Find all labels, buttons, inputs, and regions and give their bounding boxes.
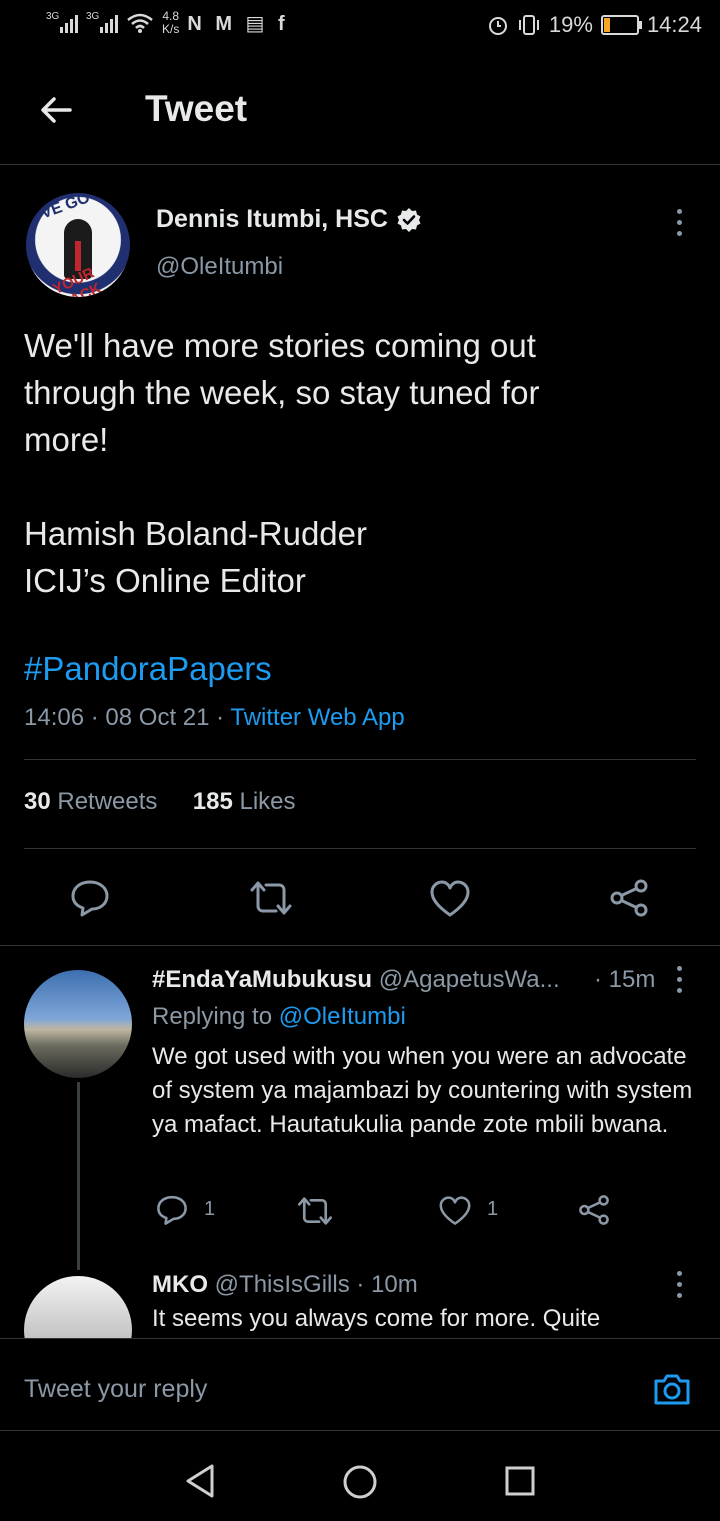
system-nav-bar (0, 1430, 720, 1521)
alarm-icon (488, 17, 507, 35)
tweet-more-options-icon[interactable] (676, 209, 684, 239)
author-name-row[interactable]: Dennis Itumbi, HSC (156, 205, 422, 234)
tweet-time: 14:06 (24, 704, 85, 731)
reply-avatar[interactable] (24, 970, 132, 1078)
divider (24, 759, 696, 760)
tweet-text-line: ICIJ’s Online Editor (24, 562, 306, 599)
tweet-text: We'll have more stories coming out throu… (24, 322, 684, 604)
tweet-actions (0, 870, 720, 926)
reply-icon[interactable] (156, 1194, 188, 1226)
signal-1-label: 3G (46, 11, 60, 22)
top-header: Tweet (0, 56, 720, 165)
retweet-icon[interactable] (248, 880, 294, 916)
replying-to-prefix: Replying to (152, 1003, 273, 1030)
likes-count: 185 (192, 788, 233, 815)
status-bar: 3G 3G 4.8 K/s N M ▤ f 19% 14:24 (0, 0, 720, 56)
battery-icon (600, 15, 642, 35)
reply-count: 1 (204, 1198, 216, 1220)
nav-recents-icon[interactable] (504, 1465, 536, 1497)
like-count: 1 (487, 1198, 499, 1220)
battery-percent: 19% (548, 12, 593, 37)
status-left: 3G 3G 4.8 K/s N M ▤ f (46, 10, 289, 36)
tweet-reply-input[interactable] (24, 1375, 584, 1404)
reply-time: · 10m (356, 1271, 418, 1298)
author-avatar[interactable]: I'VE GOT YOUR BACK (26, 193, 130, 297)
signal-2-icon: 3G (86, 11, 118, 33)
avatar-tie (75, 241, 81, 271)
reply-more-options-icon[interactable] (676, 1271, 684, 1301)
back-arrow-icon[interactable] (38, 92, 74, 128)
tweet-source-link[interactable]: Twitter Web App (230, 704, 404, 731)
reply-text: It seems you always come for more. Quite (152, 1305, 601, 1332)
author-name[interactable]: Dennis Itumbi, HSC (156, 205, 388, 234)
wifi-icon (127, 13, 153, 33)
notification-icons: N M ▤ f (187, 12, 289, 35)
signal-1-icon: 3G (46, 11, 78, 33)
likes-label: Likes (239, 788, 296, 815)
reply-time: · 15m (594, 966, 656, 993)
vibrate-icon (518, 15, 539, 35)
reply-composer-bar (0, 1338, 720, 1431)
status-right: 19% 14:24 (487, 12, 702, 38)
battery-fill (603, 18, 611, 32)
signal-2-label: 3G (86, 11, 100, 22)
reply-author-name[interactable]: MKO (152, 1271, 208, 1298)
tweet-text-line (24, 463, 684, 510)
meta-separator: · (216, 704, 231, 731)
retweets-stat[interactable]: 30 Retweets (24, 788, 157, 815)
network-speed: 4.8 K/s (162, 10, 179, 36)
reply-icon[interactable] (70, 878, 110, 918)
nav-back-icon[interactable] (184, 1463, 216, 1499)
clock: 14:24 (646, 12, 702, 37)
share-icon[interactable] (578, 1194, 610, 1226)
tweet-text-line: more! (24, 421, 109, 458)
share-icon[interactable] (609, 878, 649, 918)
tweet-meta: 14:06 · 08 Oct 21 · Twitter Web App (24, 704, 405, 732)
like-heart-icon[interactable] (438, 1196, 472, 1226)
reply-author-handle[interactable]: @ThisIsGills (215, 1271, 350, 1298)
likes-stat[interactable]: 185 Likes (193, 788, 296, 815)
tweet-text-line: through the week, so stay tuned for (24, 374, 540, 411)
divider (0, 945, 720, 946)
reply-header: MKO @ThisIsGills · 10m (152, 1271, 418, 1299)
hashtag-link[interactable]: #PandoraPapers (24, 650, 272, 688)
replying-to-line: Replying to @OleItumbi (152, 1003, 406, 1031)
retweet-icon[interactable] (296, 1196, 334, 1226)
reply-author-handle[interactable]: @AgapetusWa... (379, 966, 560, 993)
tweet-stats: 30 Retweets 185 Likes (24, 788, 296, 816)
nav-home-icon[interactable] (342, 1464, 378, 1500)
tweet-date: 08 Oct 21 (105, 704, 210, 731)
retweets-label: Retweets (57, 788, 158, 815)
divider (24, 848, 696, 849)
like-heart-icon[interactable] (429, 880, 471, 918)
thread-connector (77, 1082, 80, 1270)
tweet-text-line: Hamish Boland-Rudder (24, 515, 368, 552)
network-speed-unit: K/s (162, 22, 180, 36)
page-title: Tweet (145, 88, 248, 129)
retweets-count: 30 (24, 788, 51, 815)
reply-more-options-icon[interactable] (676, 966, 684, 996)
reply-text: We got used with you when you were an ad… (152, 1043, 693, 1138)
reply-author-name[interactable]: #EndaYaMubukusu (152, 966, 372, 993)
avatar-text-top: I'VE GOT (30, 193, 102, 226)
tweet-text-line: We'll have more stories coming out (24, 327, 536, 364)
verified-badge-icon (397, 207, 421, 232)
meta-separator: · (90, 704, 106, 731)
reply-header: #EndaYaMubukusu @AgapetusWa... (152, 966, 560, 994)
replying-to-link[interactable]: @OleItumbi (279, 1003, 406, 1030)
author-handle[interactable]: @OleItumbi (156, 253, 283, 281)
camera-icon[interactable] (652, 1369, 692, 1409)
